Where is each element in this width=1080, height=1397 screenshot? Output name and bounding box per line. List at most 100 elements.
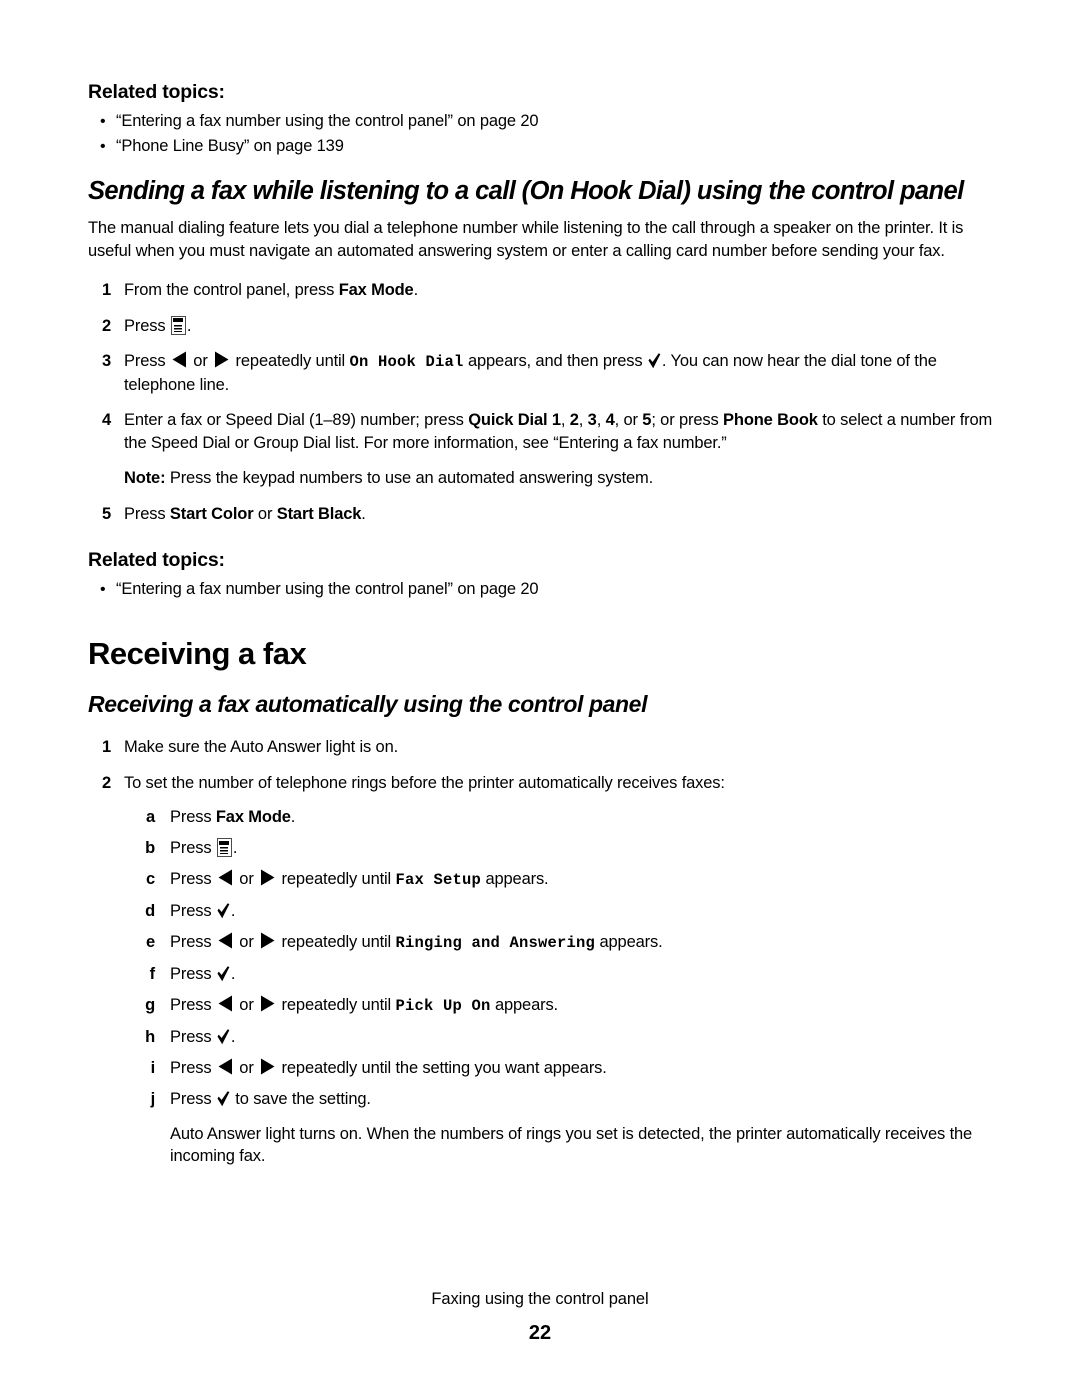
step-text: From the control panel, press Fax Mode.	[124, 281, 418, 299]
substep-text: Press or repeatedly until Pick Up On app…	[170, 995, 558, 1015]
step-text: To set the number of telephone rings bef…	[124, 773, 725, 792]
substep-text-d: appears.	[595, 933, 663, 951]
step-item: 2 Press .	[88, 315, 1008, 338]
note-block: Note: Press the keypad numbers to use an…	[124, 467, 1008, 490]
left-arrow-icon[interactable]	[172, 351, 187, 368]
start-color-button-label[interactable]: Start Color	[170, 505, 254, 523]
related-topics-mid-block: Related topics: • “Entering a fax number…	[88, 548, 1008, 602]
substep-letter: f	[149, 965, 156, 983]
left-arrow-icon[interactable]	[218, 995, 233, 1012]
substep-text-a: Press	[170, 870, 216, 888]
step-text: Enter a fax or Speed Dial (1–89) number;…	[124, 411, 992, 452]
note-label: Note:	[124, 469, 166, 487]
substep-text-post: .	[230, 1028, 236, 1046]
step-text: Press .	[124, 315, 191, 335]
fax-mode-button-label[interactable]: Fax Mode	[216, 808, 291, 826]
substep-letter: h	[145, 1028, 155, 1046]
substep-text-b: or	[234, 1059, 259, 1077]
right-arrow-icon[interactable]	[260, 869, 275, 886]
page-footer: Faxing using the control panel 22	[0, 1288, 1080, 1346]
step-item: 5 Press Start Color or Start Black.	[88, 503, 1008, 526]
substep-text-pre: Press	[170, 839, 216, 857]
substep-letter: g	[145, 996, 155, 1014]
step-text-b: ,	[560, 411, 570, 429]
substep-text-c: repeatedly until	[277, 933, 396, 951]
list-item: • “Entering a fax number using the contr…	[88, 577, 1008, 602]
substep-text: Press .	[170, 838, 237, 857]
related-topics-heading: Related topics:	[88, 549, 225, 571]
substep-item: g Press or repeatedly until Pick Up On a…	[124, 994, 1008, 1018]
fax-mode-button-label[interactable]: Fax Mode	[339, 281, 414, 299]
step-text-mid: or	[253, 504, 277, 523]
check-icon[interactable]	[217, 1091, 230, 1107]
lcd-display-text: Fax Setup	[395, 871, 482, 889]
substep-text-b: or	[234, 870, 259, 888]
step-text: Make sure the Auto Answer light is on.	[124, 738, 399, 756]
quick-dial-1-label[interactable]: Quick Dial 1	[468, 411, 561, 429]
note-text: Press the keypad numbers to use an autom…	[165, 469, 654, 487]
list-item-label[interactable]: “Phone Line Busy” on page 139	[116, 137, 344, 155]
substep-letter: a	[145, 808, 155, 826]
check-icon[interactable]	[648, 353, 661, 369]
substep-text-pre: Press	[170, 808, 216, 826]
step-number: 1	[101, 738, 111, 756]
right-arrow-icon[interactable]	[214, 351, 229, 368]
substep-tail-paragraph: Auto Answer light turns on. When the num…	[170, 1124, 973, 1166]
left-arrow-icon[interactable]	[218, 1058, 233, 1075]
document-page: Related topics: • “Entering a fax number…	[0, 0, 1080, 1397]
substep-text-post: .	[290, 808, 296, 826]
substep-list: a Press Fax Mode. b Press . c Press or r…	[124, 806, 1008, 1168]
menu-icon[interactable]	[170, 315, 186, 335]
check-icon[interactable]	[217, 903, 230, 919]
substep-item: i Press or repeatedly until the setting …	[124, 1057, 1008, 1080]
step-text-d: ,	[596, 411, 606, 429]
left-arrow-icon[interactable]	[218, 932, 233, 949]
step-number: 2	[101, 316, 111, 335]
right-arrow-icon[interactable]	[260, 995, 275, 1012]
quick-dial-5-label[interactable]: 5	[642, 411, 651, 429]
substep-text-a: Press	[170, 933, 216, 951]
step-text-a: Press	[124, 352, 170, 370]
step-item: 4 Enter a fax or Speed Dial (1–89) numbe…	[88, 409, 1008, 490]
step-text-post: .	[413, 281, 419, 299]
step-item: 2 To set the number of telephone rings b…	[88, 772, 1008, 1168]
step-text-c: repeatedly until	[231, 352, 350, 370]
quick-dial-2-label[interactable]: 2	[570, 411, 579, 429]
substep-item: a Press Fax Mode.	[124, 806, 1008, 829]
step-text-e: , or	[614, 411, 643, 429]
right-arrow-icon[interactable]	[260, 1058, 275, 1075]
substep-text: Press .	[170, 965, 235, 983]
substep-text-pre: Press	[170, 965, 216, 983]
check-icon[interactable]	[217, 966, 230, 982]
phone-book-button-label[interactable]: Phone Book	[723, 411, 818, 429]
substep-text-d: appears.	[490, 996, 558, 1014]
quick-dial-4-label[interactable]: 4	[606, 411, 615, 429]
quick-dial-3-label[interactable]: 3	[588, 411, 597, 429]
related-topics-top-block: Related topics: • “Entering a fax number…	[88, 80, 1008, 159]
list-item-label[interactable]: “Entering a fax number using the control…	[116, 580, 539, 598]
start-black-button-label[interactable]: Start Black	[277, 505, 362, 523]
substep-text-a: Press	[170, 996, 216, 1014]
step-text-c: ,	[578, 411, 588, 429]
substep-text: Press .	[170, 902, 235, 920]
left-arrow-icon[interactable]	[218, 869, 233, 886]
check-icon[interactable]	[217, 1029, 230, 1045]
substep-text-pre: Press	[170, 902, 216, 920]
substep-letter: d	[145, 902, 155, 920]
substep-item: b Press .	[124, 837, 1008, 860]
substep-letter: j	[150, 1090, 156, 1108]
step-text-b: or	[188, 352, 213, 370]
substep-item: j Press to save the setting.	[124, 1088, 1008, 1111]
menu-icon[interactable]	[216, 838, 232, 857]
substep-item: f Press .	[124, 963, 1008, 986]
substep-text: Press Fax Mode.	[170, 808, 295, 826]
substep-text: Press .	[170, 1028, 235, 1046]
list-item-label[interactable]: “Entering a fax number using the control…	[116, 112, 539, 130]
right-arrow-icon[interactable]	[260, 932, 275, 949]
substep-text-post: to save the setting.	[230, 1090, 371, 1108]
substep-item: e Press or repeatedly until Ringing and …	[124, 931, 1008, 955]
lcd-display-text: On Hook Dial	[349, 353, 464, 371]
